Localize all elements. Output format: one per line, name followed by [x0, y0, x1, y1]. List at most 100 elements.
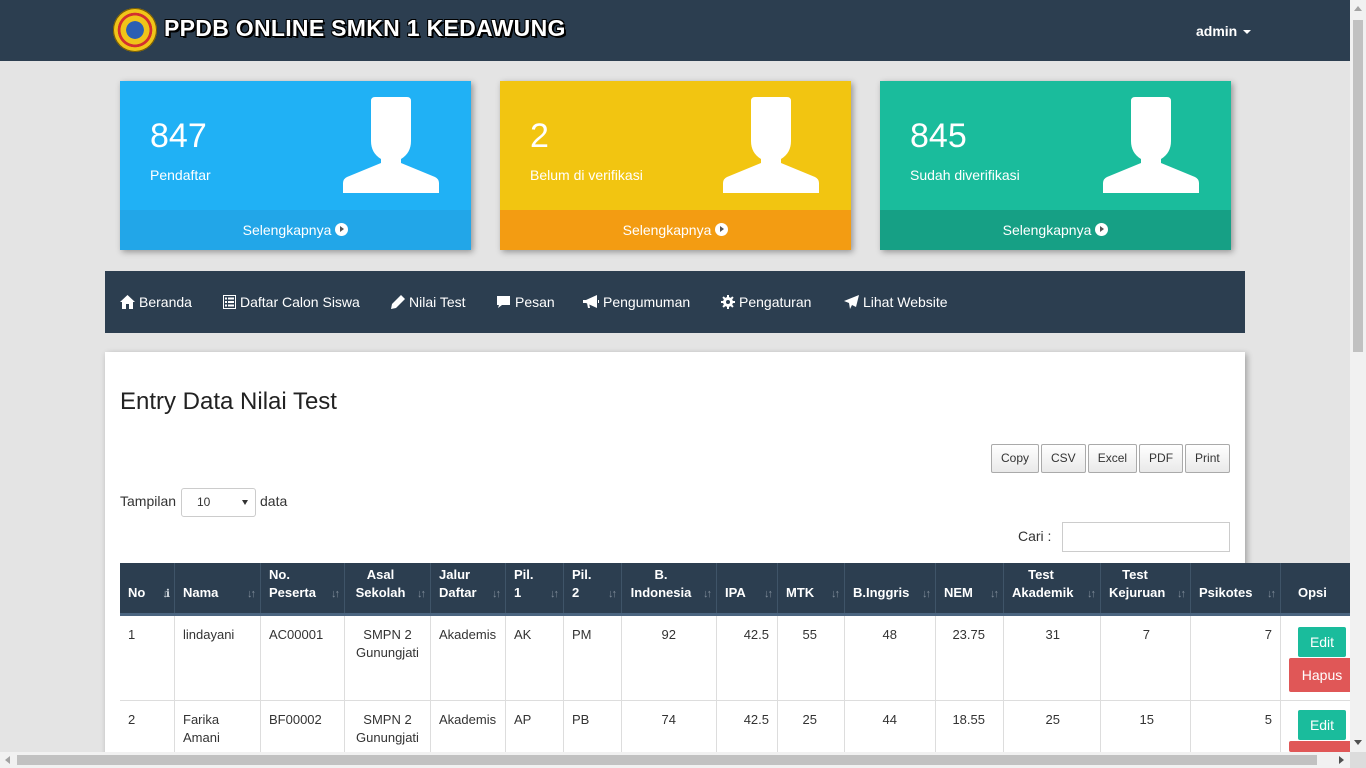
header-label: No. Peserta — [269, 566, 316, 602]
cell-pil-2: PM — [564, 616, 622, 700]
header-line: Kejuruan — [1109, 585, 1166, 600]
column-header-pil-1[interactable]: Pil. 1 ↓↑ — [506, 563, 564, 613]
stat-value: 845 — [910, 117, 967, 155]
column-header-pil-2[interactable]: Pil. 2 ↓↑ — [564, 563, 622, 613]
nav-item-nilai-test[interactable]: Nilai Test — [391, 271, 466, 333]
arrow-circle-right-icon — [1095, 223, 1109, 236]
user-name: admin — [1196, 23, 1238, 39]
cell-line: Gunungjati — [356, 730, 419, 745]
sort-icon: ↓↑ — [247, 588, 256, 600]
header-label: Test Akademik — [1012, 566, 1073, 602]
scrollbar-corner — [1350, 752, 1366, 768]
sort-icon: ↓↑ — [1087, 588, 1096, 600]
page-length-select[interactable]: 10 — [181, 488, 256, 517]
scroll-down-icon[interactable] — [1354, 740, 1362, 745]
column-header-test-akademik[interactable]: Test Akademik ↓↑ — [1004, 563, 1101, 613]
table-header: No ↓ℹ Nama ↓↑ No. Peserta ↓↑ Asal Sekolah ↓↑ J… — [120, 563, 1358, 616]
column-header-b-indonesia[interactable]: B. Indonesia ↓↑ — [622, 563, 717, 613]
scroll-left-icon[interactable] — [5, 756, 10, 764]
cell-line: Amani — [183, 730, 220, 745]
header-label: Jalur Daftar — [439, 566, 477, 602]
cell-psikotes: 7 — [1191, 616, 1281, 700]
nav-item-daftar-calon-siswa[interactable]: Daftar Calon Siswa — [223, 271, 360, 333]
more-link-label: Selengkapnya — [242, 222, 332, 238]
header-label: Asal Sekolah — [345, 566, 416, 602]
cell-line: Farika — [183, 712, 220, 727]
vertical-scrollbar[interactable] — [1350, 0, 1366, 752]
stat-label: Pendaftar — [150, 167, 211, 183]
export-buttons: Copy CSV Excel PDF Print — [991, 444, 1230, 473]
pdf-button[interactable]: PDF — [1139, 444, 1184, 473]
sort-icon: ↓↑ — [703, 588, 712, 600]
print-button[interactable]: Print — [1185, 444, 1230, 473]
main-nav: Beranda Daftar Calon Siswa Nilai Test Pe… — [105, 271, 1245, 333]
more-link[interactable]: Selengkapnya — [880, 210, 1231, 250]
user-icon — [343, 97, 439, 193]
sort-icon: ↓↑ — [492, 588, 501, 600]
column-header-nama[interactable]: Nama ↓↑ — [175, 563, 261, 613]
search-input[interactable] — [1062, 522, 1230, 552]
header-label: B. Indonesia — [630, 566, 692, 602]
header-label: Pil. 2 — [572, 566, 592, 602]
scroll-right-icon[interactable] — [1339, 756, 1344, 764]
vertical-scroll-thumb[interactable] — [1353, 20, 1363, 352]
horizontal-scrollbar[interactable] — [0, 752, 1350, 768]
list-icon — [223, 295, 236, 309]
page-length-value: 10 — [197, 495, 211, 509]
more-link[interactable]: Selengkapnya — [120, 210, 471, 250]
nav-item-pesan[interactable]: Pesan — [496, 271, 555, 333]
column-header-b-inggris[interactable]: B.Inggris ↓↑ — [845, 563, 936, 613]
cell-nama: lindayani — [175, 616, 261, 700]
column-header-psikotes[interactable]: Psikotes ↓↑ — [1191, 563, 1281, 613]
cell-ipa: 42.5 — [717, 616, 778, 700]
header-label: MTK — [786, 585, 815, 600]
header-line: Asal — [366, 567, 395, 582]
header-label: Test Kejuruan — [1109, 566, 1165, 602]
column-header-ipa[interactable]: IPA ↓↑ — [717, 563, 778, 613]
sort-icon: ↓↑ — [831, 588, 840, 600]
school-logo — [113, 8, 157, 52]
table-row: 1 lindayani AC00001 SMPN 2 Gunungjati Aka… — [120, 616, 1350, 701]
brand-title[interactable]: PPDB ONLINE SMKN 1 KEDAWUNG — [164, 15, 566, 42]
header-line: Jalur — [439, 567, 471, 582]
column-header-no[interactable]: No ↓ℹ — [120, 563, 175, 613]
user-icon — [723, 97, 819, 193]
nav-item-pengaturan[interactable]: Pengaturan — [721, 271, 811, 333]
arrow-circle-right-icon — [715, 223, 729, 236]
excel-button[interactable]: Excel — [1087, 444, 1138, 473]
header-line: Pil. — [514, 567, 534, 582]
home-icon — [120, 295, 135, 309]
column-header-jalur-daftar[interactable]: Jalur Daftar ↓↑ — [431, 563, 506, 613]
nav-label: Pengumuman — [603, 294, 691, 310]
nav-item-lihat-website[interactable]: Lihat Website — [844, 271, 948, 333]
column-header-mtk[interactable]: MTK ↓↑ — [778, 563, 845, 613]
sort-icon: ↓↑ — [331, 588, 340, 600]
delete-button[interactable] — [1289, 741, 1355, 752]
cell-pil-1: AK — [506, 616, 564, 700]
cell-nem: 23.75 — [936, 616, 1004, 700]
sort-icon: ↓↑ — [1177, 588, 1186, 600]
csv-button[interactable]: CSV — [1041, 444, 1086, 473]
cell-test-kejuruan: 7 — [1101, 616, 1191, 700]
column-header-test-kejuruan[interactable]: Test Kejuruan ↓↑ — [1101, 563, 1191, 613]
edit-button[interactable]: Edit — [1298, 627, 1346, 657]
scroll-up-icon[interactable] — [1354, 6, 1362, 11]
header-line: Peserta — [269, 585, 316, 600]
column-header-asal-sekolah[interactable]: Asal Sekolah ↓↑ — [345, 563, 431, 613]
nav-item-pengumuman[interactable]: Pengumuman — [583, 271, 690, 333]
column-header-nem[interactable]: NEM ↓↑ — [936, 563, 1004, 613]
delete-button[interactable]: Hapus — [1289, 658, 1355, 692]
edit-button[interactable]: Edit — [1298, 710, 1346, 740]
header-line: Indonesia — [630, 585, 692, 600]
more-link[interactable]: Selengkapnya — [500, 210, 851, 250]
copy-button[interactable]: Copy — [991, 444, 1040, 473]
header-line: 2 — [572, 585, 580, 600]
header-label: IPA — [725, 585, 746, 600]
nav-item-beranda[interactable]: Beranda — [120, 271, 192, 333]
column-header-no-peserta[interactable]: No. Peserta ↓↑ — [261, 563, 345, 613]
more-link-label: Selengkapnya — [622, 222, 712, 238]
user-menu[interactable]: admin — [1196, 23, 1252, 39]
column-header-opsi[interactable]: Opsi↓ — [1281, 563, 1358, 613]
horizontal-scroll-thumb[interactable] — [17, 755, 1317, 765]
cell-no-peserta: AC00001 — [261, 616, 345, 700]
